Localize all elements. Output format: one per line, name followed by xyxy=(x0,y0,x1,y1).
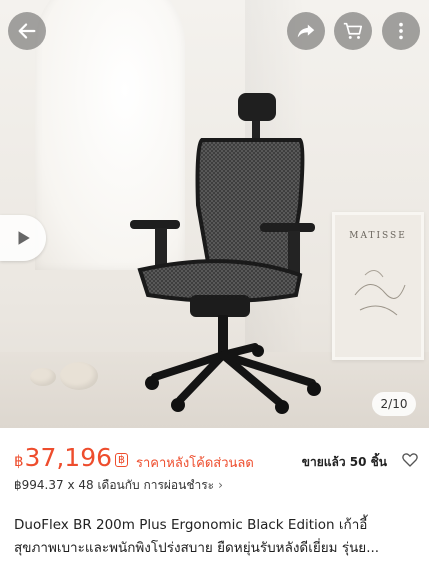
cart-icon xyxy=(343,22,363,39)
product-price: ฿37,196 xyxy=(14,444,112,475)
image-counter: 2/10 xyxy=(372,392,416,416)
arrow-left-icon xyxy=(18,23,36,39)
decor-rock xyxy=(60,362,98,390)
decor-rock xyxy=(30,368,56,386)
price-value: 37,196 xyxy=(24,443,113,472)
product-title-line: สุขภาพเบาะและพนักพิงโปร่งสบาย ยืดหยุ่นรั… xyxy=(14,540,380,556)
play-video-button[interactable] xyxy=(0,215,46,261)
back-button[interactable] xyxy=(8,12,46,50)
sold-count: ขายแล้ว 50 ชิ้น xyxy=(301,455,387,469)
more-options-button[interactable] xyxy=(382,12,420,50)
more-vertical-icon xyxy=(399,22,403,40)
office-chair-image xyxy=(130,93,321,414)
product-image-gallery[interactable]: MATISSE 2/10 xyxy=(0,0,429,428)
product-title: DuoFlex BR 200m Plus Ergonomic Black Edi… xyxy=(14,514,419,560)
wall-artwork: MATISSE xyxy=(332,212,424,360)
play-icon xyxy=(18,231,30,245)
share-button[interactable] xyxy=(287,12,325,50)
price-after-discount-label[interactable]: ราคาหลังโค้ดส่วนลด xyxy=(136,452,254,473)
artwork-sketch xyxy=(354,270,406,316)
installment-text: ฿994.37 x 48 เดือนกับ การผ่อนชำระ xyxy=(14,478,215,492)
share-icon xyxy=(297,24,315,38)
cart-button[interactable] xyxy=(334,12,372,50)
product-title-line: DuoFlex BR 200m Plus Ergonomic Black Edi… xyxy=(14,517,368,533)
chevron-right-icon: › xyxy=(218,478,223,492)
price-row: ฿37,196 ฿ ราคาหลังโค้ดส่วนลด ขายแล้ว 50 … xyxy=(14,444,419,476)
installment-link[interactable]: ฿994.37 x 48 เดือนกับ การผ่อนชำระ › xyxy=(14,476,223,495)
currency-symbol: ฿ xyxy=(14,452,24,470)
coin-badge-icon: ฿ xyxy=(115,453,128,467)
heart-icon[interactable] xyxy=(401,451,419,469)
